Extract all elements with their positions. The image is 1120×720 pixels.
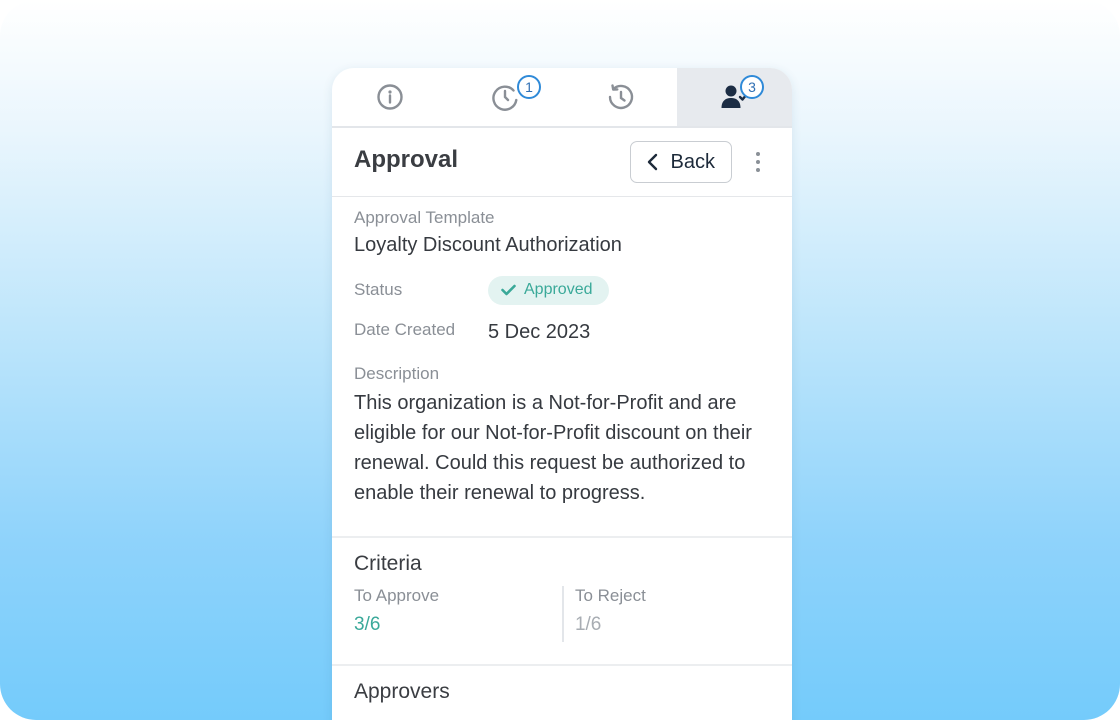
- tab-bar: 1 3: [332, 68, 792, 128]
- history-icon: [608, 84, 633, 110]
- template-value: Loyalty Discount Authorization: [354, 234, 622, 256]
- tab-approvers[interactable]: 3: [677, 68, 792, 126]
- checkmark-icon: [501, 284, 516, 296]
- background: 1 3 Approval Back Approval Template Loya…: [0, 0, 1120, 720]
- reject-criteria: To Reject 1/6: [561, 586, 770, 642]
- criteria-columns: To Approve 3/6 To Reject 1/6: [354, 586, 770, 642]
- tab-info[interactable]: [332, 68, 447, 126]
- panel-header: Approval Back: [332, 128, 792, 197]
- approve-criteria: To Approve 3/6: [354, 586, 562, 642]
- status-row: Status Approved: [354, 275, 770, 305]
- reject-label: To Reject: [574, 586, 646, 605]
- back-button-label: Back: [670, 150, 715, 173]
- more-options-icon[interactable]: [746, 147, 770, 177]
- clock-icon: [491, 85, 517, 111]
- chevron-left-icon: [647, 153, 657, 171]
- approval-panel: 1 3 Approval Back Approval Template Loya…: [332, 68, 792, 720]
- status-badge: Approved: [488, 275, 609, 305]
- date-value: 5 Dec 2023: [488, 320, 591, 343]
- page-title: Approval: [354, 146, 459, 173]
- approve-label: To Approve: [354, 586, 440, 605]
- back-button[interactable]: Back: [629, 141, 732, 183]
- tab-pending[interactable]: 1: [447, 68, 562, 126]
- approvers-section: Approvers: [332, 664, 792, 704]
- description-label: Description: [354, 364, 440, 383]
- approvers-count-badge: 3: [740, 75, 764, 99]
- approval-details: Approval Template Loyalty Discount Autho…: [332, 197, 792, 508]
- status-label: Status: [354, 280, 403, 299]
- tab-history[interactable]: [562, 68, 677, 126]
- reject-value: 1/6: [574, 614, 602, 635]
- criteria-title: Criteria: [354, 552, 422, 575]
- pending-count-badge: 1: [517, 75, 541, 99]
- date-label: Date Created: [354, 320, 456, 339]
- approve-value: 3/6: [354, 614, 381, 635]
- description-value: This organization is a Not-for-Profit an…: [354, 392, 752, 504]
- template-label: Approval Template: [354, 208, 495, 227]
- approvers-title: Approvers: [354, 680, 450, 703]
- status-value: Approved: [524, 281, 593, 298]
- info-icon: [376, 84, 403, 110]
- date-row: Date Created 5 Dec 2023: [354, 317, 770, 347]
- criteria-section: Criteria To Approve 3/6 To Reject 1/6: [332, 536, 792, 664]
